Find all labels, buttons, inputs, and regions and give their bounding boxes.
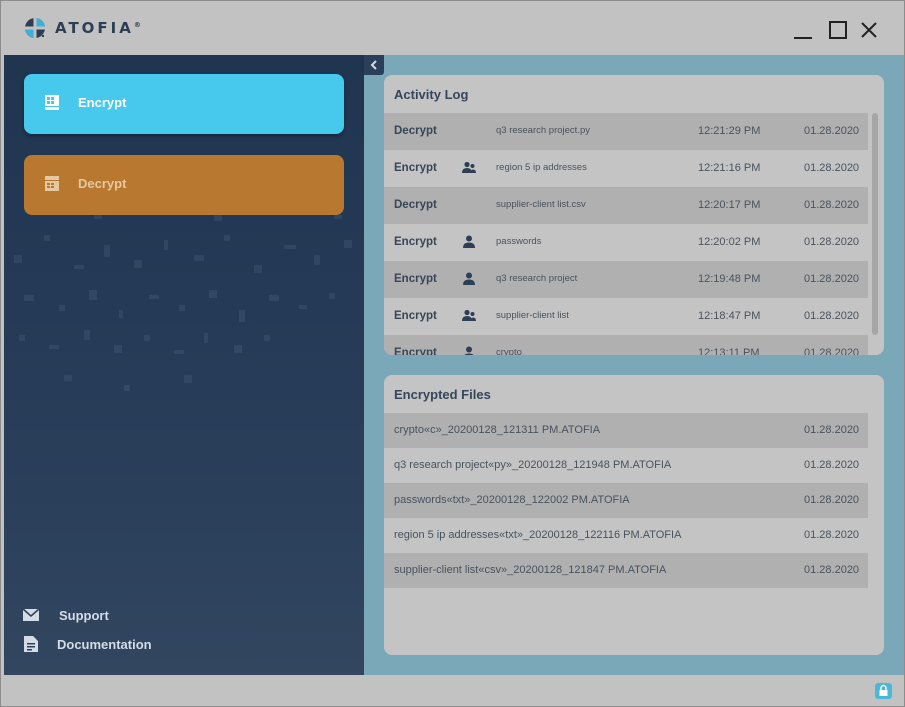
activity-action: Encrypt — [394, 273, 437, 285]
lock-button[interactable] — [875, 683, 892, 699]
encrypted-file-row[interactable]: supplier-client list«csv»_20200128_12184… — [384, 553, 868, 588]
users-icon — [462, 161, 476, 174]
user-icon — [462, 346, 476, 355]
activity-time: 12:13:11 PM — [698, 347, 760, 355]
logo-text: ATOFIA® — [55, 19, 141, 37]
activity-log-scroll-thumb[interactable] — [872, 113, 878, 335]
activity-log-row[interactable]: Encrypt supplier-client list 12:18:47 PM 01… — [384, 298, 868, 335]
user-icon — [462, 272, 476, 285]
activity-file-name: passwords — [496, 236, 542, 247]
logo-registered-mark: ® — [133, 21, 141, 29]
support-label: Support — [59, 607, 109, 623]
sidebar: Encrypt Decrypt Support Documentation — [4, 55, 364, 675]
decrypt-button[interactable]: Decrypt — [24, 155, 344, 215]
decrypt-label: Decrypt — [78, 176, 127, 191]
atofia-logo-icon — [25, 18, 45, 38]
encrypted-file-name: q3 research project«py»_20200128_121948 … — [394, 459, 672, 471]
activity-date: 01.28.2020 — [804, 273, 860, 285]
activity-log-row[interactable]: Encrypt q3 research project 12:19:48 PM 01.… — [384, 261, 868, 298]
app-logo: ATOFIA® — [23, 15, 141, 41]
main-content: Activity Log Decrypt q3 research project.… — [364, 55, 904, 675]
app-window: ATOFIA® Encrypt Decrypt Support Document… — [0, 0, 905, 707]
collapse-sidebar-button[interactable] — [364, 55, 384, 75]
document-icon — [24, 636, 38, 652]
activity-action: Decrypt — [394, 125, 437, 137]
activity-time: 12:20:02 PM — [698, 236, 761, 248]
activity-date: 01.28.2020 — [804, 199, 860, 211]
encrypted-file-name: supplier-client list«csv»_20200128_12184… — [394, 564, 667, 576]
activity-log-row[interactable]: Decrypt q3 research project.py 12:21:29 PM… — [384, 113, 868, 150]
encrypted-file-date: 01.28.2020 — [804, 459, 860, 471]
close-icon — [861, 22, 877, 38]
documentation-link[interactable]: Documentation — [22, 636, 152, 652]
encrypted-file-name: region 5 ip addresses«txt»_20200128_1221… — [394, 529, 682, 541]
encrypted-files-title: Encrypted Files — [394, 387, 491, 402]
user-icon — [462, 235, 476, 248]
encrypt-label: Encrypt — [78, 95, 127, 110]
activity-log-row[interactable]: Encrypt crypto 12:13:11 PM 01.28.2020 — [384, 335, 868, 355]
activity-log-row[interactable]: Encrypt region 5 ip addresses 12:21:16 PM 0… — [384, 150, 868, 187]
activity-log-title: Activity Log — [394, 87, 469, 102]
users-icon — [462, 309, 476, 322]
activity-file-name: crypto — [496, 347, 522, 355]
activity-date: 01.28.2020 — [804, 347, 860, 355]
maximize-icon — [829, 21, 847, 39]
encrypted-file-date: 01.28.2020 — [804, 529, 860, 541]
encrypted-file-name: passwords«txt»_20200128_122002 PM.ATOFIA — [394, 494, 630, 506]
activity-file-name: q3 research project.py — [496, 125, 590, 136]
activity-log-scrollbar[interactable] — [872, 113, 878, 335]
activity-action: Encrypt — [394, 162, 437, 174]
minimize-icon — [794, 37, 812, 39]
mail-icon — [22, 608, 40, 621]
decrypt-icon — [45, 176, 59, 191]
activity-log-list: Decrypt q3 research project.py 12:21:29 PM… — [384, 113, 868, 355]
title-bar: ATOFIA® — [1, 1, 904, 55]
encrypted-file-date: 01.28.2020 — [804, 494, 860, 506]
encrypted-file-row[interactable]: q3 research project«py»_20200128_121948 … — [384, 448, 868, 483]
encrypt-button[interactable]: Encrypt — [24, 74, 344, 134]
status-bar — [1, 675, 904, 706]
activity-file-name: supplier-client list.csv — [496, 199, 586, 210]
documentation-label: Documentation — [57, 636, 152, 652]
activity-time: 12:21:29 PM — [698, 125, 761, 137]
activity-time: 12:18:47 PM — [698, 310, 761, 322]
activity-file-name: region 5 ip addresses — [496, 162, 587, 173]
encrypted-files-list: crypto«c»_20200128_121311 PM.ATOFIA 01.28… — [384, 413, 868, 588]
activity-time: 12:19:48 PM — [698, 273, 761, 285]
activity-action: Encrypt — [394, 310, 437, 322]
encrypted-file-name: crypto«c»_20200128_121311 PM.ATOFIA — [394, 424, 601, 436]
activity-log-row[interactable]: Encrypt passwords 12:20:02 PM 01.28.2020 — [384, 224, 868, 261]
activity-log-panel: Activity Log Decrypt q3 research project.… — [384, 75, 884, 355]
close-button[interactable] — [858, 19, 880, 41]
activity-file-name: supplier-client list — [496, 310, 569, 321]
activity-action: Encrypt — [394, 347, 437, 355]
activity-date: 01.28.2020 — [804, 125, 860, 137]
chevron-left-icon — [370, 60, 377, 70]
activity-date: 01.28.2020 — [804, 310, 860, 322]
support-link[interactable]: Support — [22, 607, 109, 623]
activity-date: 01.28.2020 — [804, 236, 860, 248]
encrypted-file-date: 01.28.2020 — [804, 424, 860, 436]
encrypted-file-row[interactable]: region 5 ip addresses«txt»_20200128_1221… — [384, 518, 868, 553]
activity-time: 12:21:16 PM — [698, 162, 761, 174]
minimize-button[interactable] — [792, 19, 814, 41]
encrypted-files-panel: Encrypted Files crypto«c»_20200128_12131… — [384, 375, 884, 655]
encrypted-file-row[interactable]: crypto«c»_20200128_121311 PM.ATOFIA 01.28… — [384, 413, 868, 448]
activity-action: Decrypt — [394, 199, 437, 211]
activity-file-name: q3 research project — [496, 273, 578, 284]
activity-time: 12:20:17 PM — [698, 199, 761, 211]
encrypted-file-date: 01.28.2020 — [804, 564, 860, 576]
maximize-button[interactable] — [827, 19, 849, 41]
lock-icon — [879, 684, 888, 696]
encrypted-file-row[interactable]: passwords«txt»_20200128_122002 PM.ATOFIA… — [384, 483, 868, 518]
encrypt-icon — [45, 95, 59, 110]
activity-date: 01.28.2020 — [804, 162, 860, 174]
activity-log-row[interactable]: Decrypt supplier-client list.csv 12:20:17 … — [384, 187, 868, 224]
logo-wordmark: ATOFIA — [55, 19, 134, 37]
activity-action: Encrypt — [394, 236, 437, 248]
